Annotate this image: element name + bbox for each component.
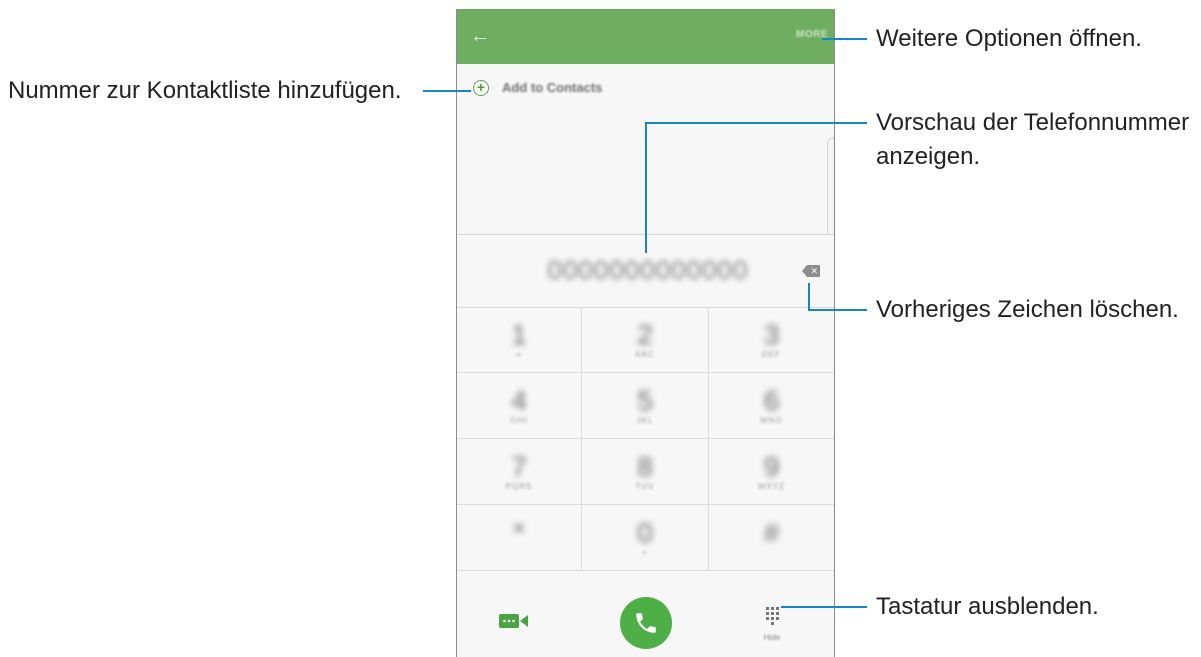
callout-line-more [822,38,867,40]
callout-line-preview-v [645,122,647,253]
key-digit: 0 [637,517,653,548]
callout-hide-keypad: Tastatur ausblenden. [876,593,1099,620]
key-digit: 2 [637,319,653,350]
key-3[interactable]: 3 DEF [709,307,834,373]
key-letters: JKL [636,416,654,425]
key-digit: 8 [637,451,653,482]
key-2[interactable]: 2 ABC [582,307,709,373]
key-4[interactable]: 4 GHI [457,373,582,439]
key-digit: 5 [637,385,653,416]
key-5[interactable]: 5 JKL [582,373,709,439]
key-star[interactable]: * [457,505,582,571]
key-1[interactable]: 1 ∞ [457,307,582,373]
key-digit: 6 [763,385,780,416]
callout-add-contact: Nummer zur Kontaktliste hinzufügen. [8,77,402,104]
key-digit: 4 [511,385,527,416]
app-bar: ← MORE [457,9,834,64]
key-6[interactable]: 6 MNO [709,373,834,439]
callout-preview-line1: Vorschau der Telefonnummer [876,109,1190,136]
add-to-contacts-button[interactable]: + Add to Contacts [457,71,834,109]
key-digit: 1 [511,319,527,350]
callout-line-delete-v [808,283,810,311]
key-8[interactable]: 8 TUV [582,439,709,505]
keypad: 1 ∞ 2 ABC 3 DEF 4 GHI 5 JKL 6 MNO 7 PQRS 8 TUV 9… [457,307,834,571]
key-digit: 7 [511,451,527,482]
key-letters: TUV [635,482,655,491]
dialer-bottom-bar: Hide [457,572,834,657]
phone-screen: ← MORE + Add to Contacts 0000000000000 ✕… [456,9,835,657]
key-digit: * [513,517,525,548]
key-letters: + [642,548,648,557]
key-letters: MNO [760,416,783,425]
key-digit: 9 [763,451,780,482]
callout-line-delete-h [808,309,867,311]
keypad-icon [766,607,779,625]
key-letters: GHI [510,416,528,425]
callout-more-options: Weitere Optionen öffnen. [876,25,1142,52]
video-call-icon [499,614,528,628]
key-7[interactable]: 7 PQRS [457,439,582,505]
key-hash[interactable]: # [709,505,834,571]
key-letters: PQRS [505,482,533,491]
key-letters: ∞ [515,350,523,359]
key-digit: # [763,517,780,548]
key-letters: WXYZ [757,482,786,491]
key-letters: ABC [635,350,655,359]
callout-line-add-contact [423,90,471,92]
backspace-icon[interactable]: ✕ [802,265,820,277]
key-digit: 3 [763,319,780,350]
key-0[interactable]: 0 + [582,505,709,571]
phone-icon [636,613,656,633]
key-letters: DEF [762,350,781,359]
callout-line-hide [781,606,867,608]
call-button[interactable] [620,597,672,649]
hide-keypad-button[interactable]: Hide [752,599,792,642]
arrow-left-icon: ← [470,25,490,47]
add-to-contacts-label: Add to Contacts [502,80,603,95]
video-call-button[interactable] [499,612,529,630]
number-preview: 0000000000000 [547,255,749,285]
callout-delete-char: Vorheriges Zeichen löschen. [876,296,1179,323]
callout-line-preview-h [645,122,867,124]
more-button[interactable]: MORE [796,29,828,45]
hide-label: Hide [763,633,781,642]
callout-preview-line2: anzeigen. [876,143,981,170]
back-button[interactable]: ← [463,19,497,53]
key-9[interactable]: 9 WXYZ [709,439,834,505]
plus-circle-icon: + [473,80,489,96]
